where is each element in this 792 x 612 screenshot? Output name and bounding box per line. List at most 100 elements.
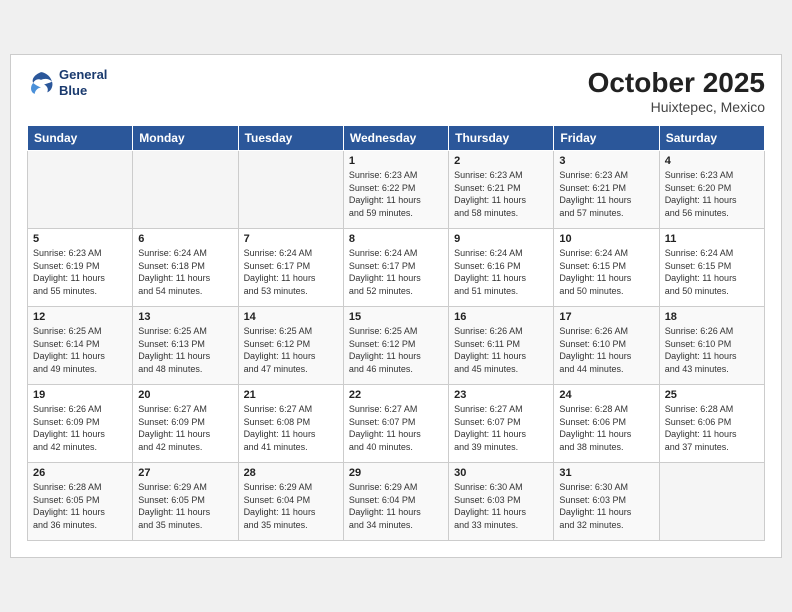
day-info: Sunrise: 6:24 AM Sunset: 6:17 PM Dayligh…: [349, 247, 443, 297]
day-info: Sunrise: 6:26 AM Sunset: 6:10 PM Dayligh…: [559, 325, 653, 375]
day-info: Sunrise: 6:25 AM Sunset: 6:14 PM Dayligh…: [33, 325, 127, 375]
day-number: 16: [454, 311, 548, 323]
day-info: Sunrise: 6:23 AM Sunset: 6:21 PM Dayligh…: [454, 169, 548, 219]
day-info: Sunrise: 6:23 AM Sunset: 6:22 PM Dayligh…: [349, 169, 443, 219]
day-number: 19: [33, 389, 127, 401]
day-number: 1: [349, 155, 443, 167]
day-number: 20: [138, 389, 232, 401]
day-info: Sunrise: 6:30 AM Sunset: 6:03 PM Dayligh…: [454, 481, 548, 531]
day-number: 28: [244, 467, 338, 479]
calendar-cell: 9Sunrise: 6:24 AM Sunset: 6:16 PM Daylig…: [449, 229, 554, 307]
month-title: October 2025: [588, 67, 765, 99]
day-number: 23: [454, 389, 548, 401]
weekday-header-thursday: Thursday: [449, 126, 554, 151]
calendar-cell: 12 Sunrise: 6:25 AM Sunset: 6:14 PM Dayli…: [28, 307, 133, 385]
calendar-cell: 14Sunrise: 6:25 AM Sunset: 6:12 PM Dayli…: [238, 307, 343, 385]
day-number: 5: [33, 233, 127, 245]
day-number: 12: [33, 311, 127, 323]
week-row-3: 12 Sunrise: 6:25 AM Sunset: 6:14 PM Dayli…: [28, 307, 765, 385]
calendar-cell: 28 Sunrise: 6:29 AM Sunset: 6:04 PM Dayli…: [238, 463, 343, 541]
day-number: 18: [665, 311, 759, 323]
week-row-2: 5 Sunrise: 6:23 AM Sunset: 6:19 PM Daylig…: [28, 229, 765, 307]
weekday-header-saturday: Saturday: [659, 126, 764, 151]
calendar-cell: 15 Sunrise: 6:25 AM Sunset: 6:12 PM Dayli…: [343, 307, 448, 385]
day-info: Sunrise: 6:27 AM Sunset: 6:09 PM Dayligh…: [138, 403, 232, 453]
day-info: Sunrise: 6:29 AM Sunset: 6:04 PM Dayligh…: [244, 481, 338, 531]
day-number: 29: [349, 467, 443, 479]
day-number: 2: [454, 155, 548, 167]
day-number: 6: [138, 233, 232, 245]
day-info: Sunrise: 6:26 AM Sunset: 6:10 PM Dayligh…: [665, 325, 759, 375]
calendar-cell: 23 Sunrise: 6:27 AM Sunset: 6:07 PM Dayli…: [449, 385, 554, 463]
calendar-cell: 25 Sunrise: 6:28 AM Sunset: 6:06 PM Dayli…: [659, 385, 764, 463]
day-number: 21: [244, 389, 338, 401]
calendar-cell: 19Sunrise: 6:26 AM Sunset: 6:09 PM Dayli…: [28, 385, 133, 463]
calendar-cell: 7 Sunrise: 6:24 AM Sunset: 6:17 PM Daylig…: [238, 229, 343, 307]
calendar-cell: 13 Sunrise: 6:25 AM Sunset: 6:13 PM Dayli…: [133, 307, 238, 385]
day-number: 4: [665, 155, 759, 167]
day-number: 17: [559, 311, 653, 323]
calendar-cell: 27 Sunrise: 6:29 AM Sunset: 6:05 PM Dayli…: [133, 463, 238, 541]
day-info: Sunrise: 6:28 AM Sunset: 6:06 PM Dayligh…: [665, 403, 759, 453]
day-number: 27: [138, 467, 232, 479]
calendar-cell: 18 Sunrise: 6:26 AM Sunset: 6:10 PM Dayli…: [659, 307, 764, 385]
day-info: Sunrise: 6:25 AM Sunset: 6:12 PM Dayligh…: [244, 325, 338, 375]
day-number: 8: [349, 233, 443, 245]
day-info: Sunrise: 6:30 AM Sunset: 6:03 PM Dayligh…: [559, 481, 653, 531]
calendar-cell: 11Sunrise: 6:24 AM Sunset: 6:15 PM Dayli…: [659, 229, 764, 307]
calendar-cell: 4 Sunrise: 6:23 AM Sunset: 6:20 PM Daylig…: [659, 151, 764, 229]
calendar-cell: 8 Sunrise: 6:24 AM Sunset: 6:17 PM Daylig…: [343, 229, 448, 307]
day-info: Sunrise: 6:26 AM Sunset: 6:11 PM Dayligh…: [454, 325, 548, 375]
day-number: 7: [244, 233, 338, 245]
calendar-cell: 26 Sunrise: 6:28 AM Sunset: 6:05 PM Dayli…: [28, 463, 133, 541]
logo: General Blue: [27, 67, 107, 98]
weekday-header-monday: Monday: [133, 126, 238, 151]
day-info: Sunrise: 6:24 AM Sunset: 6:18 PM Dayligh…: [138, 247, 232, 297]
day-info: Sunrise: 6:23 AM Sunset: 6:19 PM Dayligh…: [33, 247, 127, 297]
logo-icon: [27, 69, 55, 97]
day-info: Sunrise: 6:27 AM Sunset: 6:07 PM Dayligh…: [349, 403, 443, 453]
calendar-cell: [28, 151, 133, 229]
day-info: Sunrise: 6:28 AM Sunset: 6:06 PM Dayligh…: [559, 403, 653, 453]
week-row-5: 26 Sunrise: 6:28 AM Sunset: 6:05 PM Dayli…: [28, 463, 765, 541]
calendar-cell: 16 Sunrise: 6:26 AM Sunset: 6:11 PM Dayli…: [449, 307, 554, 385]
weekday-header-sunday: Sunday: [28, 126, 133, 151]
day-info: Sunrise: 6:23 AM Sunset: 6:21 PM Dayligh…: [559, 169, 653, 219]
day-info: Sunrise: 6:29 AM Sunset: 6:04 PM Dayligh…: [349, 481, 443, 531]
day-number: 22: [349, 389, 443, 401]
weekday-header-friday: Friday: [554, 126, 659, 151]
calendar-cell: 2 Sunrise: 6:23 AM Sunset: 6:21 PM Daylig…: [449, 151, 554, 229]
week-row-4: 19Sunrise: 6:26 AM Sunset: 6:09 PM Dayli…: [28, 385, 765, 463]
location-title: Huixtepec, Mexico: [588, 99, 765, 115]
title-block: October 2025 Huixtepec, Mexico: [588, 67, 765, 115]
day-number: 26: [33, 467, 127, 479]
day-number: 10: [559, 233, 653, 245]
day-info: Sunrise: 6:29 AM Sunset: 6:05 PM Dayligh…: [138, 481, 232, 531]
day-info: Sunrise: 6:24 AM Sunset: 6:15 PM Dayligh…: [559, 247, 653, 297]
calendar-cell: 17 Sunrise: 6:26 AM Sunset: 6:10 PM Dayli…: [554, 307, 659, 385]
weekday-header-row: SundayMondayTuesdayWednesdayThursdayFrid…: [28, 126, 765, 151]
day-number: 13: [138, 311, 232, 323]
day-info: Sunrise: 6:28 AM Sunset: 6:05 PM Dayligh…: [33, 481, 127, 531]
day-number: 11: [665, 233, 759, 245]
calendar-cell: 21Sunrise: 6:27 AM Sunset: 6:08 PM Dayli…: [238, 385, 343, 463]
day-info: Sunrise: 6:25 AM Sunset: 6:13 PM Dayligh…: [138, 325, 232, 375]
calendar-cell: [659, 463, 764, 541]
day-number: 25: [665, 389, 759, 401]
day-info: Sunrise: 6:23 AM Sunset: 6:20 PM Dayligh…: [665, 169, 759, 219]
calendar-cell: 31 Sunrise: 6:30 AM Sunset: 6:03 PM Dayli…: [554, 463, 659, 541]
calendar-cell: 22 Sunrise: 6:27 AM Sunset: 6:07 PM Dayli…: [343, 385, 448, 463]
day-info: Sunrise: 6:24 AM Sunset: 6:16 PM Dayligh…: [454, 247, 548, 297]
day-number: 15: [349, 311, 443, 323]
weekday-header-wednesday: Wednesday: [343, 126, 448, 151]
calendar-cell: 1 Sunrise: 6:23 AM Sunset: 6:22 PM Daylig…: [343, 151, 448, 229]
day-number: 24: [559, 389, 653, 401]
day-info: Sunrise: 6:25 AM Sunset: 6:12 PM Dayligh…: [349, 325, 443, 375]
day-number: 31: [559, 467, 653, 479]
calendar-cell: [133, 151, 238, 229]
day-info: Sunrise: 6:24 AM Sunset: 6:17 PM Dayligh…: [244, 247, 338, 297]
calendar-cell: 10 Sunrise: 6:24 AM Sunset: 6:15 PM Dayli…: [554, 229, 659, 307]
calendar-cell: 3Sunrise: 6:23 AM Sunset: 6:21 PM Daylig…: [554, 151, 659, 229]
calendar-cell: [238, 151, 343, 229]
day-info: Sunrise: 6:27 AM Sunset: 6:07 PM Dayligh…: [454, 403, 548, 453]
